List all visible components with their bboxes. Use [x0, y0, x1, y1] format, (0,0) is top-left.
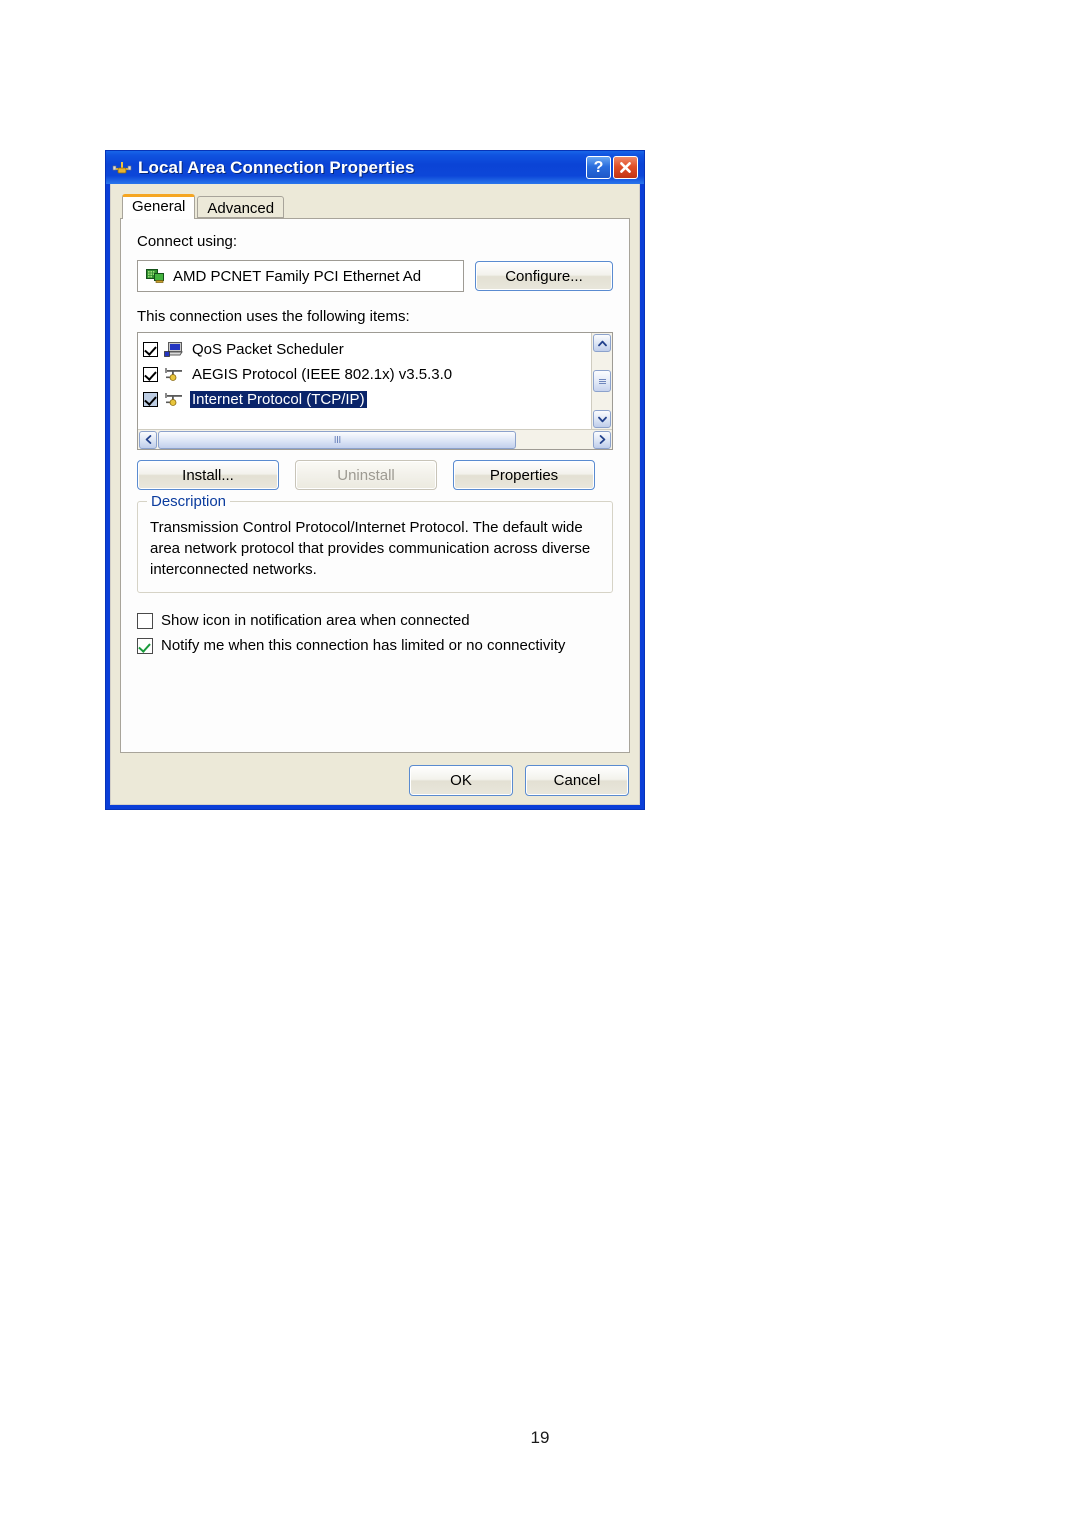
chevron-right-icon [599, 435, 605, 444]
notify-checkbox[interactable] [137, 637, 153, 654]
item-checkbox-qos[interactable] [143, 342, 158, 357]
notify-label: Notify me when this connection has limit… [161, 637, 566, 654]
description-title: Description [147, 493, 231, 510]
local-area-connection-properties-dialog: Local Area Connection Properties ? Gener… [105, 150, 645, 810]
connect-using-row: AMD PCNET Family PCI Ethernet Ad Configu… [137, 260, 613, 292]
chevron-down-icon [597, 416, 607, 422]
configure-button[interactable]: Configure... [475, 261, 613, 291]
tab-strip: General Advanced [120, 193, 630, 219]
item-checkbox-aegis[interactable] [143, 367, 158, 382]
grip-icon [334, 436, 340, 443]
components-listbox[interactable]: QoS Packet Scheduler AEGIS Protocol (IEE… [137, 332, 613, 450]
scroll-thumb[interactable] [593, 370, 611, 392]
close-button[interactable] [613, 156, 638, 179]
list-item[interactable]: AEGIS Protocol (IEEE 802.1x) v3.5.3.0 [143, 362, 591, 387]
computer-icon [164, 341, 184, 358]
page-number: 19 [530, 1428, 550, 1447]
network-adapter-icon [146, 268, 164, 284]
scroll-right-button[interactable] [593, 430, 611, 449]
tab-advanced-label: Advanced [207, 200, 275, 217]
listbox-body: QoS Packet Scheduler AEGIS Protocol (IEE… [138, 333, 612, 429]
question-mark-icon: ? [593, 158, 604, 176]
window-title: Local Area Connection Properties [138, 157, 415, 177]
items-label: This connection uses the following items… [137, 308, 410, 325]
connect-using-label: Connect using: [137, 233, 238, 250]
adapter-field[interactable]: AMD PCNET Family PCI Ethernet Ad [137, 260, 464, 292]
grip-icon [598, 378, 606, 384]
option-show-icon-row[interactable]: Show icon in notification area when conn… [137, 608, 613, 633]
tab-general[interactable]: General [122, 194, 196, 219]
tab-advanced[interactable]: Advanced [197, 196, 285, 218]
general-tab-panel: Connect using: AMD PCNET Family PCI Ethe… [120, 218, 630, 753]
protocol-icon [164, 366, 184, 383]
title-bar: Local Area Connection Properties ? [106, 151, 644, 184]
close-x-icon [620, 162, 631, 173]
scroll-up-button[interactable] [593, 334, 611, 352]
cancel-button[interactable]: Cancel [525, 765, 629, 796]
horizontal-scroll-thumb[interactable] [158, 430, 516, 449]
listbox-vertical-scrollbar[interactable] [591, 333, 612, 429]
description-text: Transmission Control Protocol/Internet P… [150, 519, 591, 578]
item-checkbox-tcpip[interactable] [143, 392, 158, 407]
install-button[interactable]: Install... [137, 460, 279, 490]
chevron-left-icon [145, 435, 151, 444]
help-button[interactable]: ? [586, 156, 611, 179]
dialog-client-area: General Advanced Connect using: AMD PCNE… [110, 184, 640, 805]
listbox-items: QoS Packet Scheduler AEGIS Protocol (IEE… [138, 333, 591, 429]
list-item-label: QoS Packet Scheduler [192, 341, 344, 358]
network-connection-icon [112, 159, 132, 177]
scroll-down-button[interactable] [593, 410, 611, 428]
listbox-horizontal-scrollbar[interactable] [138, 429, 612, 449]
show-icon-label: Show icon in notification area when conn… [161, 612, 470, 629]
chevron-up-icon [597, 340, 607, 346]
properties-button[interactable]: Properties [453, 460, 595, 490]
list-item-label: Internet Protocol (TCP/IP) [190, 391, 367, 408]
description-groupbox: Description Transmission Control Protoco… [137, 493, 613, 593]
adapter-name: AMD PCNET Family PCI Ethernet Ad [173, 267, 422, 285]
list-item-label: AEGIS Protocol (IEEE 802.1x) v3.5.3.0 [192, 366, 453, 383]
ok-button[interactable]: OK [409, 765, 513, 796]
show-icon-checkbox[interactable] [137, 612, 153, 629]
uninstall-button: Uninstall [295, 460, 437, 490]
list-item[interactable]: Internet Protocol (TCP/IP) [143, 387, 591, 412]
protocol-icon [164, 391, 184, 408]
tab-general-label: General [132, 198, 186, 215]
scroll-left-button[interactable] [139, 430, 157, 449]
title-bar-buttons: ? [586, 156, 642, 179]
document-page: Local Area Connection Properties ? Gener… [0, 0, 1080, 1527]
component-action-buttons: Install... Uninstall Properties [137, 460, 613, 490]
option-notify-row[interactable]: Notify me when this connection has limit… [137, 633, 613, 658]
list-item[interactable]: QoS Packet Scheduler [143, 337, 591, 362]
connection-options: Show icon in notification area when conn… [137, 608, 613, 658]
dialog-footer: OK Cancel [409, 765, 629, 796]
